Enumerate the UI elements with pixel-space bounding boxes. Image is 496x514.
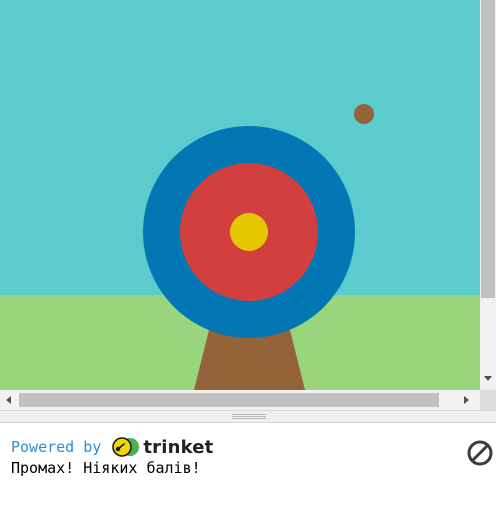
pane-resize-handle[interactable] [0, 410, 496, 423]
powered-by-label: Powered by [11, 438, 102, 456]
trinket-logo-icon [112, 437, 140, 457]
horizontal-scrollbar-thumb[interactable] [19, 393, 439, 407]
grip-icon[interactable] [232, 414, 266, 419]
turtle-canvas [0, 0, 480, 390]
scroll-left-arrow-icon[interactable] [6, 396, 11, 404]
stop-icon[interactable] [466, 439, 494, 467]
trinket-brand-name: trinket [143, 436, 214, 458]
powered-by-trinket[interactable]: Powered by trinket [11, 436, 214, 458]
scroll-down-arrow-icon[interactable] [484, 376, 492, 381]
horizontal-scrollbar[interactable] [0, 390, 480, 410]
vertical-scrollbar-thumb[interactable] [481, 0, 495, 298]
program-output-line: Промах! Ніяких балів! [11, 459, 201, 477]
scroll-right-arrow-icon[interactable] [464, 396, 469, 404]
target-stand [194, 330, 305, 390]
scrollbar-corner [480, 390, 496, 410]
vertical-scrollbar[interactable] [480, 0, 496, 390]
trinket-embed: Powered by trinket Промах! Ніяких балів! [0, 0, 496, 514]
arrow-dot [354, 104, 374, 124]
target-bullseye [230, 213, 268, 251]
archery-scene [0, 0, 480, 390]
console-output: Powered by trinket Промах! Ніяких балів! [0, 423, 496, 514]
